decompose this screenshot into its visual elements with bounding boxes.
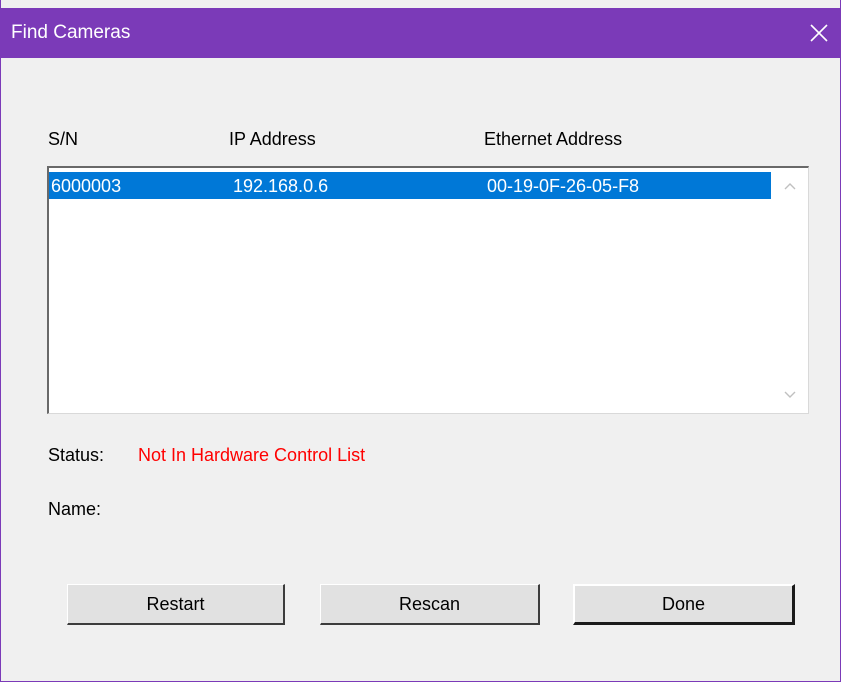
camera-ethernet-address: 00-19-0F-26-05-F8 [487, 176, 640, 196]
title-bar[interactable]: Find Cameras [1, 8, 841, 58]
name-label: Name: [48, 499, 102, 519]
close-button[interactable] [796, 8, 841, 58]
camera-sn: 6000003 [51, 176, 122, 196]
rescan-button[interactable]: Rescan [320, 584, 540, 625]
camera-row[interactable]: 6000003 192.168.0.6 00-19-0F-26-05-F8 [49, 172, 771, 199]
scroll-up-button[interactable] [772, 168, 808, 204]
camera-ip-address: 192.168.0.6 [233, 176, 329, 196]
list-scrollbar[interactable] [772, 168, 808, 413]
status-value: Not In Hardware Control List [138, 445, 366, 465]
column-header-sn: S/N [48, 129, 79, 149]
done-button[interactable]: Done [573, 584, 795, 625]
close-icon [810, 24, 828, 42]
find-cameras-dialog: Find Cameras S/N IP Address Ethernet Add… [0, 0, 841, 682]
window-title: Find Cameras [11, 22, 131, 43]
chevron-down-icon [784, 391, 796, 398]
camera-list[interactable]: 6000003 192.168.0.6 00-19-0F-26-05-F8 [47, 166, 809, 414]
column-header-ethernet-address: Ethernet Address [484, 129, 623, 149]
chevron-up-icon [784, 183, 796, 190]
status-label: Status: [48, 445, 105, 465]
column-header-ip-address: IP Address [229, 129, 316, 149]
restart-button[interactable]: Restart [67, 584, 285, 625]
scroll-down-button[interactable] [772, 377, 808, 413]
